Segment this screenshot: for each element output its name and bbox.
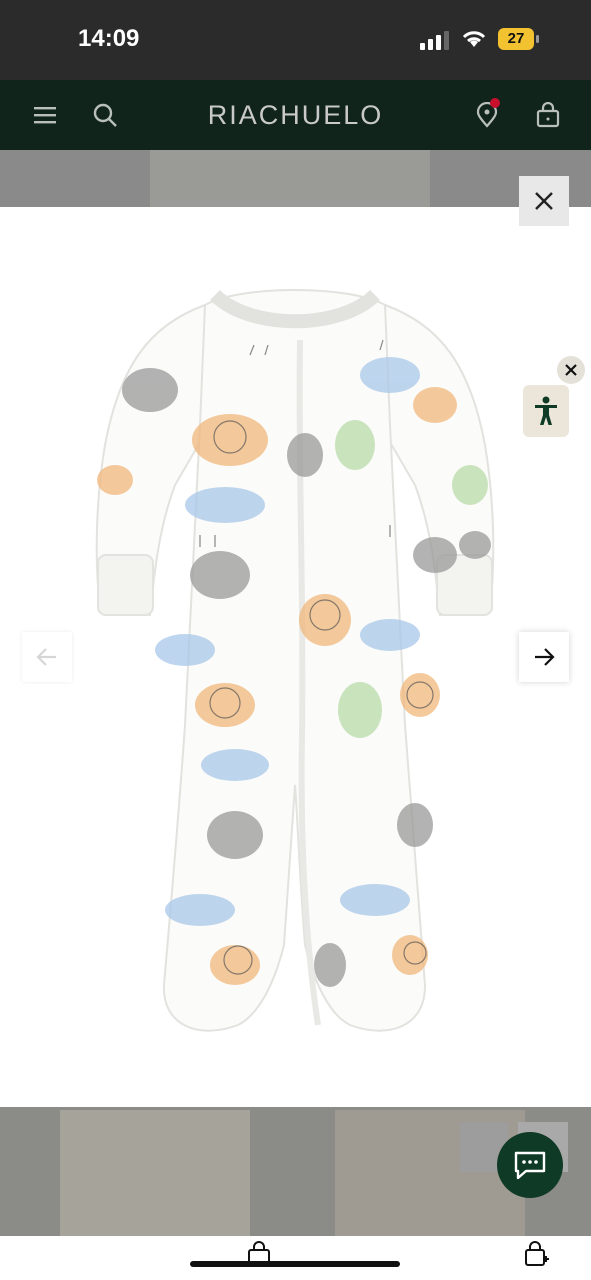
add-to-bag-icon[interactable] <box>523 1241 549 1267</box>
accessibility-button[interactable] <box>523 385 569 437</box>
accessibility-icon <box>535 396 557 425</box>
arrow-left-icon <box>36 648 56 666</box>
background-product-thumbnail <box>150 150 430 208</box>
bottom-bar <box>0 1236 591 1280</box>
next-image-button[interactable] <box>519 632 569 682</box>
product-image <box>95 289 495 1032</box>
status-time: 14:09 <box>78 25 140 52</box>
close-icon <box>535 192 553 210</box>
battery-level: 27 <box>498 28 534 50</box>
previous-image-button[interactable] <box>22 632 72 682</box>
background-product-card <box>60 1110 250 1250</box>
arrow-right-icon <box>535 648 555 666</box>
chat-icon <box>514 1151 546 1180</box>
close-lightbox-button[interactable] <box>519 176 569 226</box>
close-icon <box>565 364 577 376</box>
site-header: RIACHUELO <box>0 80 591 150</box>
accessibility-dismiss-button[interactable] <box>557 356 585 384</box>
notification-dot <box>490 98 500 108</box>
wifi-icon <box>462 31 486 47</box>
signal-icon <box>420 31 449 50</box>
shopping-bag-icon[interactable] <box>535 102 561 128</box>
battery-icon: 27 <box>498 28 540 50</box>
status-bar: 14:09 27 <box>0 0 591 80</box>
home-indicator <box>190 1261 400 1267</box>
chat-button[interactable] <box>497 1132 563 1198</box>
site-logo[interactable]: RIACHUELO <box>0 100 591 131</box>
